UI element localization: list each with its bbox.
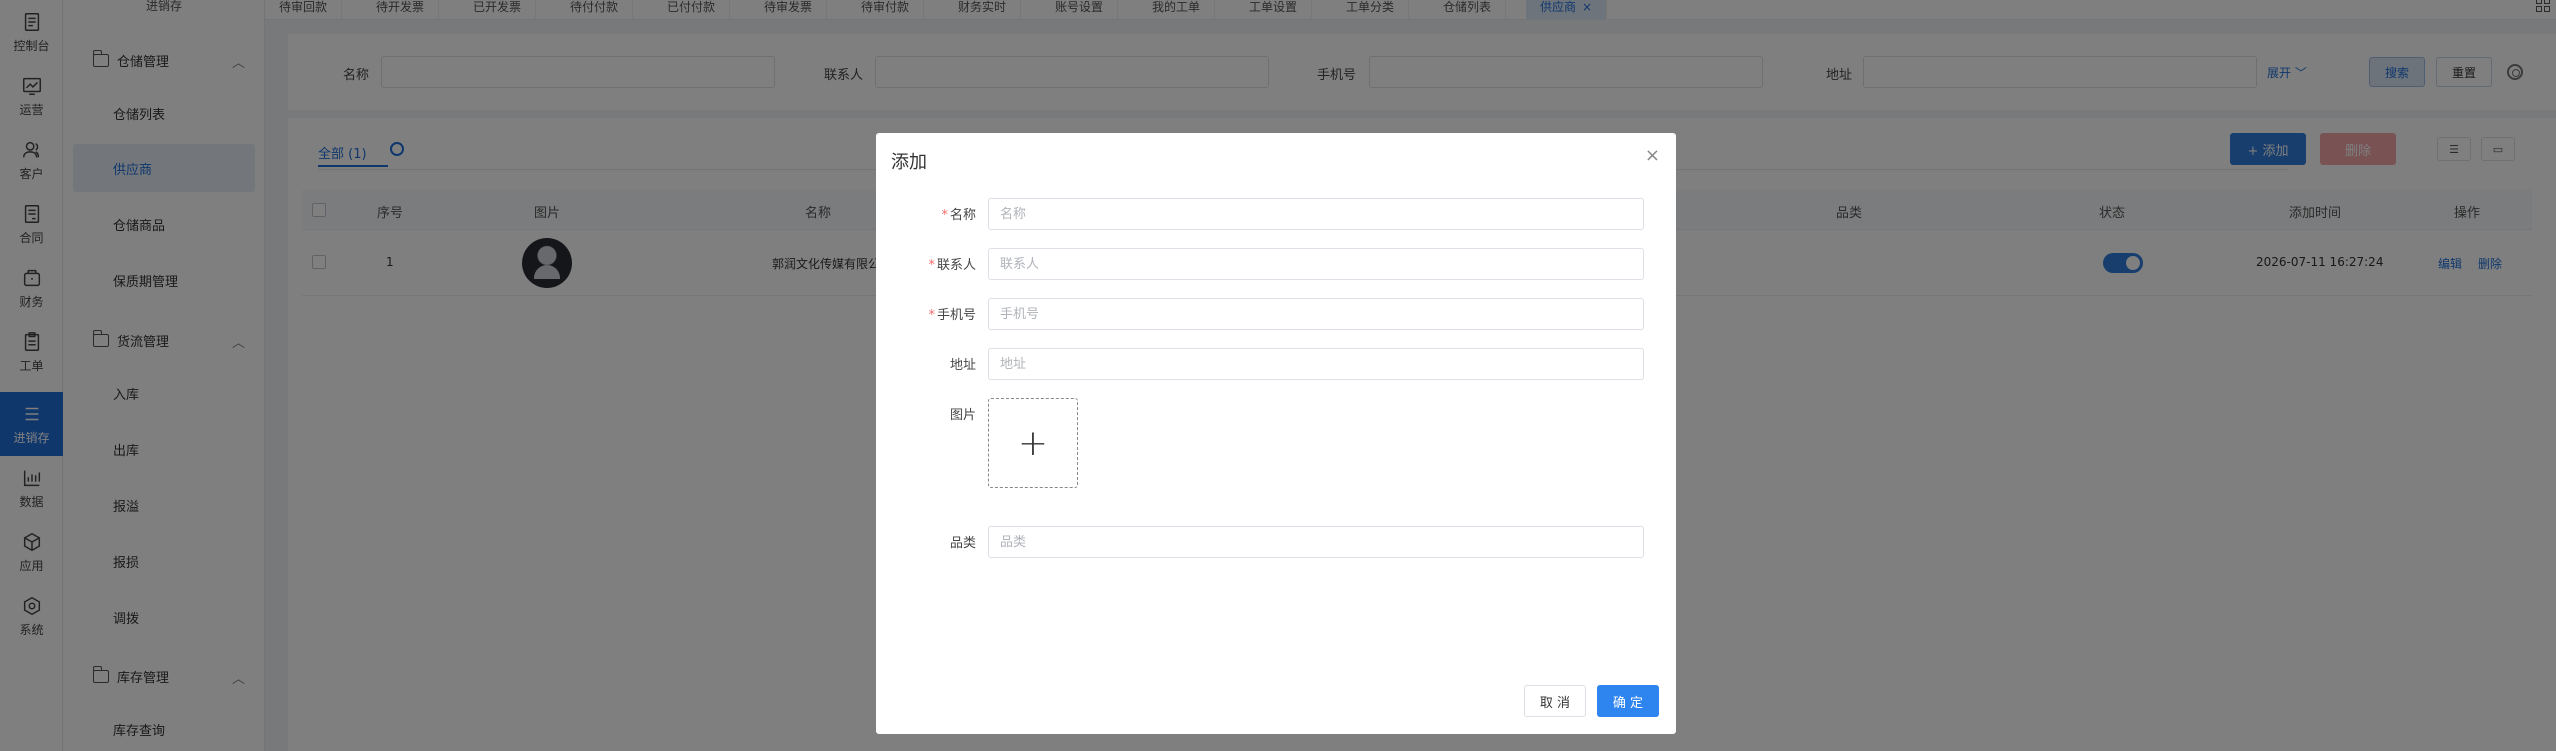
required-mark: * xyxy=(928,258,935,273)
image-upload-plus-icon[interactable]: + xyxy=(988,398,1078,488)
label-text: 名称 xyxy=(949,208,976,223)
cancel-button[interactable]: 取 消 xyxy=(1524,685,1586,717)
label-category: 品类 xyxy=(949,536,976,551)
required-mark: * xyxy=(941,208,948,223)
address-input[interactable] xyxy=(988,348,1644,380)
label-name: * 名称 xyxy=(876,204,976,223)
label-contact: * 联系人 xyxy=(876,254,976,273)
dialog-title: 添加 xyxy=(891,152,927,173)
label-text: 联系人 xyxy=(936,258,976,273)
label-phone: * 手机号 xyxy=(876,304,976,323)
contact-input[interactable] xyxy=(988,248,1644,280)
close-icon[interactable]: × xyxy=(1645,145,1660,166)
label-text: 手机号 xyxy=(936,308,976,323)
label-image: 图片 xyxy=(949,408,976,423)
confirm-button[interactable]: 确 定 xyxy=(1597,685,1659,717)
name-input[interactable] xyxy=(988,198,1644,230)
category-input[interactable] xyxy=(988,526,1644,558)
required-mark: * xyxy=(928,308,935,323)
add-supplier-dialog: 添加 × *名称 *联系人 *手机号 地址 图片 + 品类 取 消 确 定 xyxy=(876,133,1676,734)
phone-input[interactable] xyxy=(988,298,1644,330)
label-address: 地址 xyxy=(949,358,976,373)
